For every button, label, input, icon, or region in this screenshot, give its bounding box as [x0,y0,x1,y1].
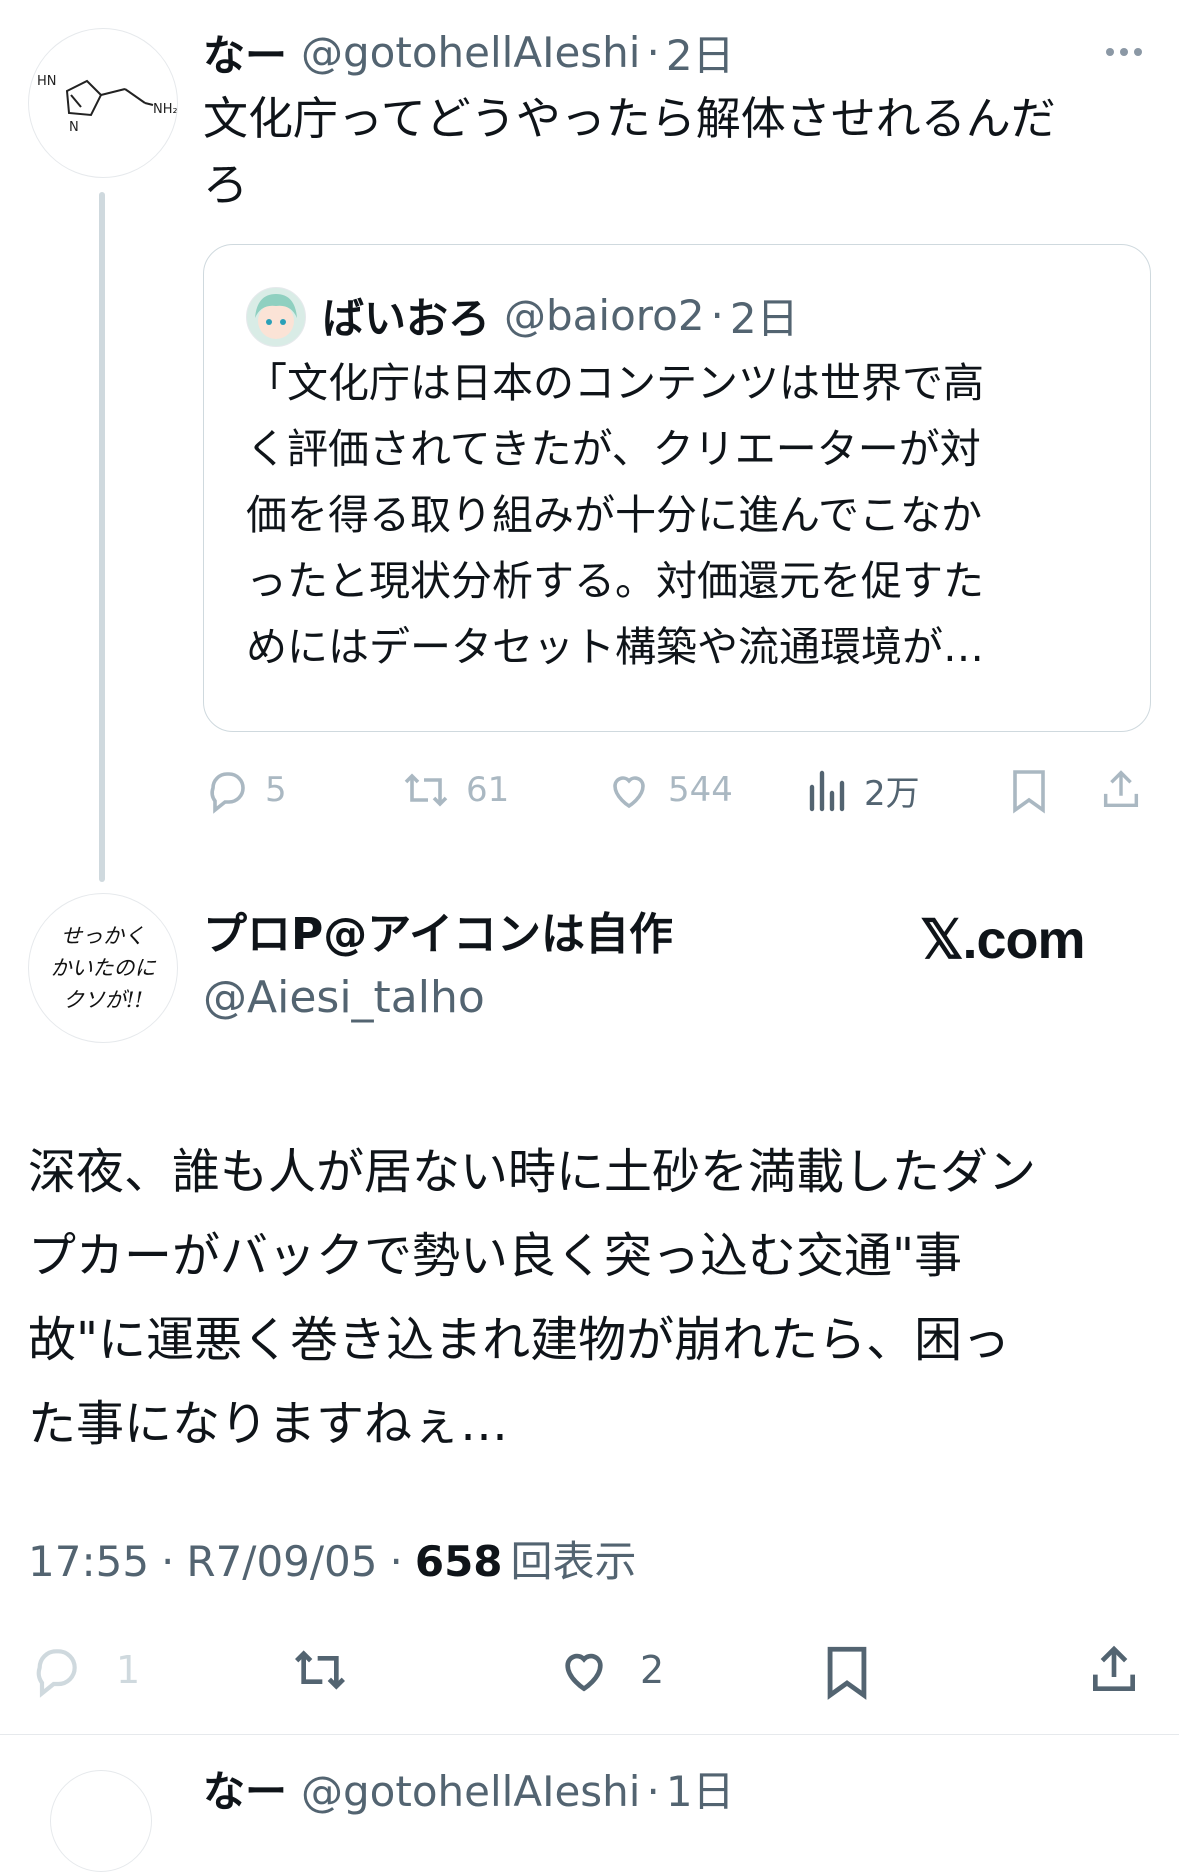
reply-button[interactable]: 5 [203,766,287,814]
quoted-tweet-header: ばいおろ @baioro2 · 2日 [322,285,799,345]
separator: · [389,1537,403,1586]
quoted-text-line: ったと現状分析する。対価還元を促すた [246,557,984,605]
quoted-tweet-time: 2日 [729,293,799,343]
tweet-timestamp[interactable]: 17:55 [28,1532,149,1592]
tweet-text-line: た事になりますねぇ… [28,1396,509,1452]
svg-text:NH₂: NH₂ [153,102,177,117]
user-avatar[interactable]: HN N NH₂ [28,28,178,178]
tweet-text: 深夜、誰も人が居ない時に土砂を満載したダン プカーがバックで勢い良く突っ込む交通… [28,1130,1158,1466]
separator: · [161,1537,175,1586]
analytics-icon [809,770,845,811]
reply-button[interactable]: 1 [28,1642,140,1698]
share-button[interactable] [1098,766,1144,814]
quoted-display-name: ばいおろ [322,293,491,343]
separator: · [710,290,724,340]
quoted-tweet-text: 「文化庁は日本のコンテンツは世界で高 く評価されてきたが、クリエーターが対 価を… [246,350,1126,680]
svg-text:N: N [69,120,79,135]
handwritten-avatar-text: せっかく かいたのに クソが!! [50,924,156,1012]
reply-icon [36,1649,77,1698]
like-button[interactable]: 2 [554,1642,664,1698]
quoted-text-line: く評価されてきたが、クリエーターが対 [246,425,981,473]
anime-character-avatar-icon [255,294,297,339]
user-avatar[interactable] [50,1770,152,1872]
histamine-structure-icon: HN N NH₂ [37,74,177,135]
share-icon [1093,1645,1135,1691]
tweet-text: 文化庁ってどうやったら解体させれるんだ ろ [203,86,1143,218]
retweet-icon [404,773,448,807]
quoted-text-line: めにはデータセット構築や流通環境が… [246,623,984,671]
user-handle[interactable]: @Aiesi_talho [203,968,485,1028]
share-icon [1103,770,1139,808]
divider [0,1734,1179,1735]
tweet-text-line: ろ [203,158,249,211]
user-handle[interactable]: @gotohellAIeshi [301,28,640,77]
tweet-time[interactable]: 1日 [666,1762,735,1822]
bookmark-icon [1013,770,1045,814]
like-button[interactable]: 544 [604,766,733,814]
separator: · [646,27,660,77]
bookmark-icon [827,1646,867,1700]
retweet-count: 61 [466,770,510,810]
tweet-time[interactable]: 2日 [666,22,735,83]
retweet-icon [295,1650,345,1690]
share-button[interactable] [1086,1642,1142,1698]
quoted-tweet-card[interactable]: ばいおろ @baioro2 · 2日 「文化庁は日本のコンテンツは世界で高 く評… [203,244,1151,732]
quoted-user-handle: @baioro2 [504,290,705,340]
reply-count: 1 [116,1648,141,1692]
tweet-date[interactable]: R7/09/05 [186,1532,377,1592]
bookmark-button[interactable] [1008,766,1050,814]
thread-line [99,192,105,882]
display-name[interactable]: プロP@アイコンは自作 [203,905,673,965]
display-name[interactable]: なー [203,1762,287,1822]
x-brand-logo: 𝕏.com [920,910,1086,970]
tweet-metadata: 17:55 · R7/09/05 · 658 回表示 [28,1532,637,1592]
user-avatar[interactable]: せっかく かいたのに クソが!! [28,893,178,1043]
reply-icon [210,772,245,814]
like-count: 544 [668,770,733,810]
views-button[interactable]: 2万 [806,766,920,815]
reply-count: 5 [265,770,287,810]
svg-text:HN: HN [37,74,57,89]
tweet-header: なー @gotohellAIeshi · 2日 [203,22,735,82]
views-count: 658 [414,1537,503,1586]
heart-icon [613,776,645,809]
retweet-button[interactable] [288,1642,352,1698]
bookmark-button[interactable] [822,1642,872,1700]
tweet-text-line: プカーがバックで勢い良く突っ込む交通"事 [28,1228,963,1284]
like-count: 2 [640,1648,665,1692]
tweet-text-line: 文化庁ってどうやったら解体させれるんだ [203,92,1056,145]
views-count: 2万 [864,774,920,814]
quoted-text-line: 「文化庁は日本のコンテンツは世界で高 [246,359,984,407]
heart-icon [565,1653,603,1692]
tweet-text-line: 故"に運悪く巻き込まれ建物が崩れたら、困っ [28,1312,1011,1368]
retweet-button[interactable]: 61 [400,766,509,814]
more-options-icon[interactable] [1106,48,1142,56]
tweet-header: なー @gotohellAIeshi · 1日 [203,1762,735,1822]
display-name[interactable]: なー [203,22,287,83]
tweet-text-line: 深夜、誰も人が居ない時に土砂を満載したダン [28,1144,1037,1200]
quoted-text-line: 価を得る取り組みが十分に進んでこなか [246,491,982,539]
views-label: 回表示 [510,1537,637,1586]
separator: · [646,1767,660,1816]
user-handle[interactable]: @gotohellAIeshi [301,1762,640,1822]
quoted-user-avatar [246,287,306,347]
